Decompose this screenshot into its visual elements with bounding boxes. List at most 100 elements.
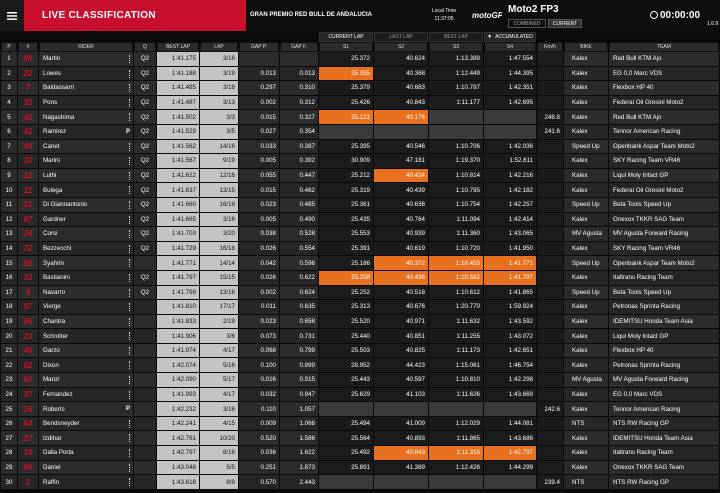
table-row[interactable]: 10 11 Bulega Q2 1:41.637 13/15 0.015 0.462 25.31… xyxy=(1,183,719,198)
table-row[interactable]: 19 96 Chantra 1:41.833 2/19 0.023 0.658 25.520 4… xyxy=(1,314,719,330)
sector-3-cell: 1:10.582 xyxy=(429,270,483,286)
table-row[interactable]: 6 42 Ramirez P Q2 1:41.529 3/5 0.027 0.354 241.6 K… xyxy=(1,124,719,140)
rider-name: Bendsneyder xyxy=(43,420,80,428)
best-lap-cell: 1:41.660 xyxy=(157,197,199,213)
sector-1-cell: 25.391 xyxy=(319,241,373,257)
speed-cell xyxy=(537,52,563,67)
bike-cell: Kalex xyxy=(564,446,608,461)
track-status-icon xyxy=(129,376,131,385)
rider-cell: Ramirez P xyxy=(39,124,133,140)
sector-4-cell: 1:41.771 xyxy=(484,256,536,271)
table-row[interactable]: 26 64 Bendsneyder 1:42.241 4/15 0.009 1.066 25.… xyxy=(1,416,719,432)
table-row[interactable]: 18 97 Vierge 1:41.810 17/17 0.011 0.635 25.313 4… xyxy=(1,300,719,315)
rider-number: 99 xyxy=(23,462,33,472)
best-lap-cell: 1:41.974 xyxy=(157,343,199,359)
col-header-gap-f[interactable]: GAP F. xyxy=(280,42,318,52)
table-row[interactable]: 12 87 Gardner Q2 1:41.665 3/16 0.005 0.490 25.43… xyxy=(1,212,719,228)
table-row[interactable]: 4 35 Pons Q2 1:41.487 3/13 0.002 0.312 25.426 40.… xyxy=(1,95,719,111)
rider-name: Dalla Porta xyxy=(43,449,74,457)
table-row[interactable]: 25 16 Roberts P 1:42.232 3/16 0.110 1.057 242.6 K… xyxy=(1,402,719,417)
table-row[interactable]: 11 21 Di Giannantonio Q2 1:41.660 16/18 0.023 0… xyxy=(1,197,719,213)
col-header-s2[interactable]: S2 xyxy=(374,42,428,52)
table-row[interactable]: 21 40 Garzo 1:41.974 4/17 0.068 0.799 25.503 40.… xyxy=(1,343,719,359)
col-header-num[interactable]: # xyxy=(18,42,38,52)
speed-cell xyxy=(537,373,563,388)
col-header-gap-p[interactable]: GAP P. xyxy=(239,42,279,52)
lap-cell: 3/3 xyxy=(200,110,238,125)
table-row[interactable]: 7 44 Canet Q2 1:41.562 14/16 0.033 0.387 25.395 4… xyxy=(1,139,719,155)
col-header-best-lap[interactable]: BEST LAP xyxy=(157,42,199,52)
table-row[interactable]: 28 19 Dalla Porta 1:42.797 8/16 0.036 1.622 25.… xyxy=(1,446,719,461)
bike-name: Kalex xyxy=(572,113,588,121)
filter-accumulated[interactable]: ▼ ACCUMULATED xyxy=(484,32,536,42)
tab-combined[interactable]: COMBINED xyxy=(508,19,546,28)
table-row[interactable]: 8 10 Marini Q2 1:41.567 9/19 0.005 0.392 30.909 4… xyxy=(1,154,719,169)
best-lap-cell: 1:41.771 xyxy=(157,256,199,271)
table-row[interactable]: 13 24 Corsi Q2 1:41.703 3/20 0.038 0.528 25.553 4… xyxy=(1,227,719,242)
bike-name: Kalex xyxy=(572,69,588,77)
bike-name: Kalex xyxy=(572,405,588,413)
filter-last-lap[interactable]: LAST LAP xyxy=(374,32,428,42)
position-cell: 28 xyxy=(1,446,17,461)
team-cell: Liqui Moly Intact GP xyxy=(609,329,719,344)
table-row[interactable]: 15 55 Syahrin 1:41.771 14/14 0.042 0.596 25.186… xyxy=(1,256,719,271)
sector-1-cell: 25.426 xyxy=(319,95,373,111)
table-row[interactable]: 1 88 Martin Q2 1:41.175 3/16 25.372 40.624 1:13.… xyxy=(1,52,719,67)
col-header-speed[interactable]: Km/h xyxy=(537,42,563,52)
lap-cell: 17/17 xyxy=(200,300,238,315)
sector-4-cell xyxy=(484,475,536,490)
lap-cell: 16/18 xyxy=(200,197,238,213)
sector-3-cell: 1:10.810 xyxy=(429,373,483,388)
sector-2-cell xyxy=(374,124,428,140)
gap-prev-cell: 0.100 xyxy=(239,358,279,374)
table-row[interactable]: 17 9 Navarro Q2 1:41.799 13/16 0.002 0.624 25.25… xyxy=(1,285,719,301)
speed-cell xyxy=(537,227,563,242)
rider-name: Izdihar xyxy=(43,434,62,442)
col-header-s1[interactable]: S1 xyxy=(319,42,373,52)
table-row[interactable]: 27 27 Izdihar 1:42.761 10/20 0.520 1.586 25.564… xyxy=(1,431,719,447)
table-row[interactable]: 22 62 Dixon 1:42.074 5/16 0.100 0.899 28.952 44.… xyxy=(1,358,719,374)
col-header-q[interactable]: Q xyxy=(134,42,156,52)
table-row[interactable]: 16 33 Bastianini Q2 1:41.797 15/15 0.026 0.622 2… xyxy=(1,270,719,286)
table-row[interactable]: 9 12 Luthi Q2 1:41.622 12/16 0.055 0.447 25.212 4… xyxy=(1,168,719,184)
rider-number-cell: 55 xyxy=(18,256,38,271)
rider-number-cell: 87 xyxy=(18,212,38,228)
menu-icon[interactable] xyxy=(0,0,24,31)
track-status-icon xyxy=(129,230,131,239)
col-header-s3[interactable]: S3 xyxy=(429,42,483,52)
bike-cell: Kalex xyxy=(564,66,608,82)
filter-current-lap[interactable]: CURRENT LAP xyxy=(319,32,373,42)
table-row[interactable]: 29 99 Daniel 1:43.048 5/5 0.251 1.873 25.891 41.… xyxy=(1,460,719,476)
chevron-down-icon: ▼ xyxy=(487,34,493,40)
table-row[interactable]: 2 22 Lowes Q2 1:41.188 3/19 0.013 0.013 25.355 40… xyxy=(1,66,719,82)
sector-1-cell: 25.319 xyxy=(319,183,373,198)
sector-3-cell: 1:20.770 xyxy=(429,300,483,315)
table-row[interactable]: 3 7 Baldassarri Q2 1:41.485 3/18 0.297 0.310 25.… xyxy=(1,81,719,96)
rider-name: Canet xyxy=(43,142,60,150)
table-row[interactable]: 5 45 Nagashima Q2 1:41.502 3/3 0.015 0.327 25.12… xyxy=(1,110,719,125)
track-status-icon xyxy=(129,463,131,472)
rider-number: 87 xyxy=(23,214,33,224)
table-row[interactable]: 14 72 Bezzecchi Q2 1:41.729 16/18 0.026 0.554 25… xyxy=(1,241,719,257)
track-status-icon xyxy=(129,259,131,268)
col-header-bike[interactable]: BIKE xyxy=(564,42,608,52)
position-cell: 8 xyxy=(1,154,17,169)
col-header-rider[interactable]: RIDER xyxy=(39,42,133,52)
table-row[interactable]: 20 23 Schrotter 1:41.906 3/6 0.073 0.731 25.440… xyxy=(1,329,719,344)
rider-number-cell: 40 xyxy=(18,343,38,359)
best-lap-cell: 1:43.048 xyxy=(157,460,199,476)
table-row[interactable]: 30 2 Raffin 1:43.618 8/9 0.570 2.443 239.4 NTS NT… xyxy=(1,475,719,490)
table-row[interactable]: 24 37 Fernandez 1:41.993 4/17 0.032 0.947 25.62… xyxy=(1,387,719,403)
header-bar: LIVE CLASSIFICATION GRAN PREMIO RED BULL… xyxy=(0,0,720,31)
tab-current[interactable]: CURRENT xyxy=(548,19,582,28)
rider-number-cell: 11 xyxy=(18,183,38,198)
col-header-lap[interactable]: LAP xyxy=(200,42,238,52)
col-header-s4[interactable]: S4 xyxy=(484,42,536,52)
rider-cell: Daniel xyxy=(39,460,133,476)
col-header-team[interactable]: TEAM xyxy=(609,42,719,52)
rider-number: 19 xyxy=(23,448,33,458)
table-row[interactable]: 23 62 Manzi 1:42.090 5/17 0.016 0.915 25.443 40.… xyxy=(1,373,719,388)
rider-cell: Fernandez xyxy=(39,387,133,403)
col-header-p[interactable]: P xyxy=(1,42,17,52)
filter-best-lap[interactable]: BEST LAP xyxy=(429,32,483,42)
